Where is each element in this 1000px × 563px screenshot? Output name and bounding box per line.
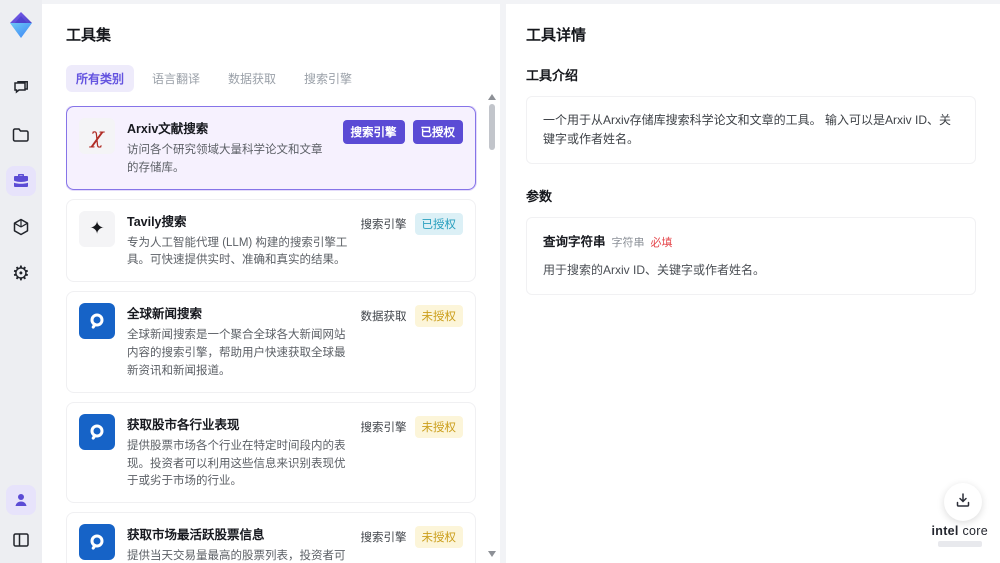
intel-core-logo: intel core <box>932 524 989 547</box>
param-desc: 用于搜索的Arxiv ID、关键字或作者姓名。 <box>543 262 766 277</box>
sidebar-item-collapse[interactable] <box>6 525 36 555</box>
tab-category-0[interactable]: 所有类别 <box>66 65 135 92</box>
unauthorized-badge: 未授权 <box>414 305 463 328</box>
app-logo-icon <box>6 10 36 40</box>
gear-icon: ⚙ <box>12 261 30 285</box>
folder-icon <box>11 125 31 145</box>
toolbox-icon <box>11 171 31 191</box>
tool-detail-panel: 工具详情 工具介绍 一个用于从Arxiv存储库搜索科学论文和文章的工具。 输入可… <box>506 4 1000 563</box>
left-rail: ⚙ <box>0 0 42 563</box>
chat-icon <box>11 79 31 99</box>
news-search-icon <box>79 303 115 340</box>
intro-text: 一个用于从Arxiv存储库搜索科学论文和文章的工具。 输入可以是Arxiv ID… <box>543 113 952 147</box>
param-type: 字符串 <box>611 237 645 250</box>
sidebar-item-profile[interactable] <box>6 485 36 515</box>
tool-list-panel: 工具集 所有类别 语言翻译 数据获取 搜索引擎 χ Arxiv文献搜索 访问各个研究领域大… <box>42 4 500 563</box>
tool-name: Tavily搜索 <box>127 214 187 229</box>
user-icon <box>12 491 30 509</box>
unauthorized-badge: 未授权 <box>414 526 463 549</box>
scroll-down-icon[interactable] <box>488 551 496 557</box>
tool-name: Arxiv文献搜索 <box>127 122 209 136</box>
tool-desc: 访问各个研究领域大量科学论文和文章的存储库。 <box>127 144 323 174</box>
tool-name: 全球新闻搜索 <box>127 307 203 322</box>
tool-card-4[interactable]: 获取市场最活跃股票信息提供当天交易量最高的股票列表，投资者可以利用这些信息来识别… <box>66 512 476 563</box>
unauthorized-badge: 未授权 <box>414 415 463 438</box>
tool-list: χ Arxiv文献搜索 访问各个研究领域大量科学论文和文章的存储库。 搜索引擎 已授权 ✦… <box>66 106 494 563</box>
tool-name: 获取市场最活跃股票信息 <box>127 528 265 543</box>
sidebar-item-tools[interactable] <box>6 166 36 196</box>
intel-core-subline <box>937 541 982 547</box>
download-icon <box>954 491 972 514</box>
tool-category-tag: 数据获取 <box>360 311 407 324</box>
intro-box: 一个用于从Arxiv存储库搜索科学论文和文章的工具。 输入可以是Arxiv ID… <box>526 96 976 165</box>
authorized-badge: 已授权 <box>414 212 463 235</box>
tool-desc: 提供股票市场各个行业在特定时间段内的表现。投资者可以利用这些信息来识别表现优于或… <box>127 439 346 488</box>
download-button[interactable] <box>944 483 982 521</box>
tool-card-1[interactable]: ✦ Tavily搜索专为人工智能代理 (LLM) 构建的搜索引擎工具。可快速提供实… <box>66 198 476 283</box>
tool-desc: 全球新闻搜索是一个聚合全球各大新闻网站内容的搜索引擎，帮助用户快速获取全球最新资… <box>127 329 346 377</box>
tab-category-3[interactable]: 搜索引擎 <box>294 65 362 92</box>
page-title: 工具集 <box>66 27 112 44</box>
scroll-up-icon[interactable] <box>488 94 496 100</box>
sidebar-item-models[interactable] <box>6 212 36 242</box>
tool-name: 获取股市各行业表现 <box>127 417 240 432</box>
tool-desc: 专为人工智能代理 (LLM) 构建的搜索引擎工具。可快速提供实时、准确和真实的结… <box>127 236 348 267</box>
tool-desc: 提供当天交易量最高的股票列表，投资者可以利用这些信息来识别流动性强的股票和潜在的… <box>127 550 346 563</box>
tavily-sparkle-icon: ✦ <box>79 210 115 247</box>
news-search-icon <box>79 413 115 450</box>
intro-heading: 工具介绍 <box>526 68 579 83</box>
tool-category-tag: 搜索引擎 <box>360 421 407 434</box>
tool-card-0[interactable]: χ Arxiv文献搜索访问各个研究领域大量科学论文和文章的存储库。 搜索引擎 已授权 <box>66 106 476 190</box>
detail-title: 工具详情 <box>526 27 587 44</box>
panel-toggle-icon <box>11 530 31 550</box>
sidebar-item-settings[interactable]: ⚙ <box>6 258 36 288</box>
app-window: ⚙ 工具集 所有类别 语言翻译 数据获取 搜索引擎 χ Arxiv文献搜索 访问各个研究领… <box>0 0 1000 563</box>
tool-category-tag: 搜索引擎 <box>360 218 407 231</box>
authorized-badge: 已授权 <box>412 120 463 144</box>
arxiv-icon: χ <box>79 118 115 154</box>
param-name: 查询字符串 <box>543 235 606 250</box>
tab-category-2[interactable]: 数据获取 <box>218 65 286 92</box>
tab-category-1[interactable]: 语言翻译 <box>142 65 210 92</box>
param-box: 查询字符串 字符串 必填 用于搜索的Arxiv ID、关键字或作者姓名。 <box>526 217 976 296</box>
news-search-icon <box>79 524 115 561</box>
intel-core-text: intel core <box>931 524 988 538</box>
category-tabs: 所有类别 语言翻译 数据获取 搜索引擎 <box>66 65 494 92</box>
tool-card-3[interactable]: 获取股市各行业表现提供股票市场各个行业在特定时间段内的表现。投资者可以利用这些信… <box>66 401 476 504</box>
params-heading: 参数 <box>526 189 553 205</box>
list-scrollbar[interactable] <box>488 94 496 557</box>
sidebar-item-chat[interactable] <box>6 74 36 104</box>
sidebar-item-files[interactable] <box>6 120 36 150</box>
tool-card-2[interactable]: 全球新闻搜索全球新闻搜索是一个聚合全球各大新闻网站内容的搜索引擎，帮助用户快速获… <box>66 291 476 393</box>
scrollbar-thumb[interactable] <box>489 104 495 150</box>
tool-category-tag: 搜索引擎 <box>342 120 405 144</box>
tool-category-tag: 搜索引擎 <box>360 532 407 545</box>
cube-icon <box>11 217 31 237</box>
param-required-badge: 必填 <box>650 237 673 250</box>
